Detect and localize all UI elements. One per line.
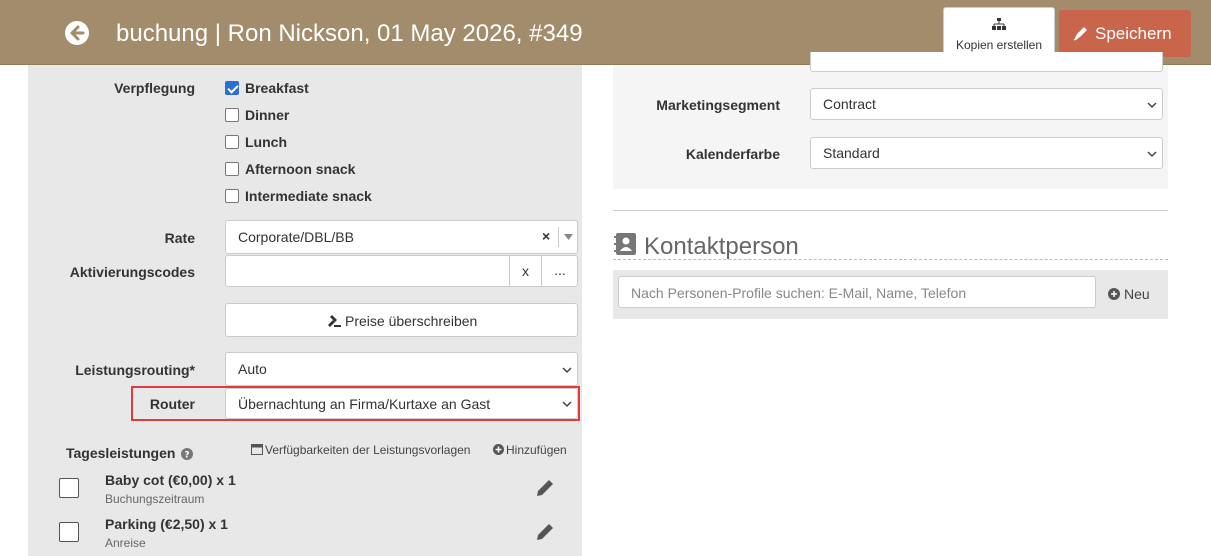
caret-down-icon[interactable]: [564, 234, 573, 240]
service-checkbox[interactable]: [59, 478, 79, 498]
chevron-down-icon: [1147, 102, 1157, 109]
partial-field[interactable]: [810, 52, 1163, 72]
override-prices-label: Preise überschreiben: [345, 313, 478, 329]
marketing-segment-label: Marketingsegment: [656, 97, 780, 113]
pen-icon: [1073, 27, 1087, 41]
rate-divider: [558, 227, 559, 247]
chevron-down-icon: [562, 367, 572, 374]
gavel-icon: [328, 315, 341, 327]
activation-more-button[interactable]: ...: [541, 256, 578, 286]
calendar-color-value: Standard: [823, 145, 880, 161]
copy-button-label: Kopien erstellen: [955, 38, 1043, 52]
router-select[interactable]: Übernachtung an Firma/Kurtaxe an Gast: [225, 388, 578, 419]
dinner-label: Dinner: [245, 107, 290, 123]
section-underline: [613, 259, 1168, 260]
breakfast-label: Breakfast: [245, 80, 309, 96]
intermediate-snack-checkbox[interactable]: [225, 189, 239, 203]
activation-codes-input[interactable]: [226, 256, 509, 286]
routing-label: Leistungsrouting*: [75, 362, 195, 378]
activation-clear-button[interactable]: x: [509, 256, 541, 286]
router-label: Router: [149, 396, 195, 412]
breakfast-checkbox[interactable]: [225, 81, 239, 95]
daily-services-title: Tagesleistungen: [66, 445, 176, 461]
activation-codes-label: Aktivierungscodes: [69, 264, 195, 280]
booking-meta-panel: [613, 65, 1168, 189]
calendar-color-select[interactable]: Standard: [810, 137, 1163, 169]
rate-label: Rate: [164, 230, 195, 246]
verpflegung-label: Verpflegung: [114, 80, 195, 96]
override-prices-button[interactable]: Preise überschreiben: [225, 303, 578, 337]
plus-circle-icon: [493, 444, 504, 455]
marketing-segment-value: Contract: [823, 96, 876, 112]
calendar-color-label: Kalenderfarbe: [685, 146, 780, 162]
rate-select[interactable]: Corporate/DBL/BB ×: [225, 220, 578, 254]
rate-clear-icon[interactable]: ×: [542, 228, 550, 244]
edit-pencil-icon[interactable]: [535, 478, 555, 498]
plus-circle-icon: [1108, 288, 1120, 300]
availability-link[interactable]: Verfügbarkeiten der Leistungsvorlagen: [265, 443, 470, 457]
help-icon[interactable]: ?: [181, 448, 193, 460]
afternoon-snack-checkbox[interactable]: [225, 162, 239, 176]
contact-card-icon: [614, 233, 636, 255]
lunch-label: Lunch: [245, 134, 287, 150]
lunch-checkbox[interactable]: [225, 135, 239, 149]
routing-value: Auto: [238, 361, 267, 377]
sitemap-icon: [992, 18, 1006, 30]
svg-text:?: ?: [184, 451, 189, 461]
afternoon-snack-label: Afternoon snack: [245, 161, 356, 177]
marketing-segment-select[interactable]: Contract: [810, 88, 1163, 120]
service-title: Baby cot (€0,00) x 1: [105, 472, 236, 488]
chevron-down-icon: [562, 401, 572, 408]
edit-pencil-icon[interactable]: [535, 522, 555, 542]
service-checkbox[interactable]: [59, 522, 79, 542]
rate-value: Corporate/DBL/BB: [238, 229, 354, 245]
chevron-down-icon: [1147, 151, 1157, 158]
add-service-link[interactable]: Hinzufügen: [506, 443, 567, 457]
save-button[interactable]: Speichern: [1059, 10, 1191, 57]
new-contact-button[interactable]: Neu: [1124, 286, 1150, 302]
section-divider: [613, 210, 1168, 211]
dinner-checkbox[interactable]: [225, 108, 239, 122]
contact-search-placeholder: Nach Personen-Profile suchen: E-Mail, Na…: [631, 285, 967, 301]
back-circle-icon[interactable]: [64, 20, 90, 46]
intermediate-snack-label: Intermediate snack: [245, 188, 372, 204]
calendar-icon: [251, 444, 263, 455]
router-value: Übernachtung an Firma/Kurtaxe an Gast: [238, 396, 491, 412]
routing-select[interactable]: Auto: [225, 352, 578, 386]
service-title: Parking (€2,50) x 1: [105, 516, 228, 532]
contact-person-title: Kontaktperson: [644, 233, 799, 260]
save-button-label: Speichern: [1095, 24, 1172, 43]
activation-codes-group: x ...: [225, 255, 578, 287]
service-subtitle: Anreise: [105, 536, 146, 550]
page-title: buchung | Ron Nickson, 01 May 2026, #349: [116, 20, 583, 47]
contact-search-input[interactable]: Nach Personen-Profile suchen: E-Mail, Na…: [618, 276, 1096, 308]
service-subtitle: Buchungszeitraum: [105, 492, 205, 506]
